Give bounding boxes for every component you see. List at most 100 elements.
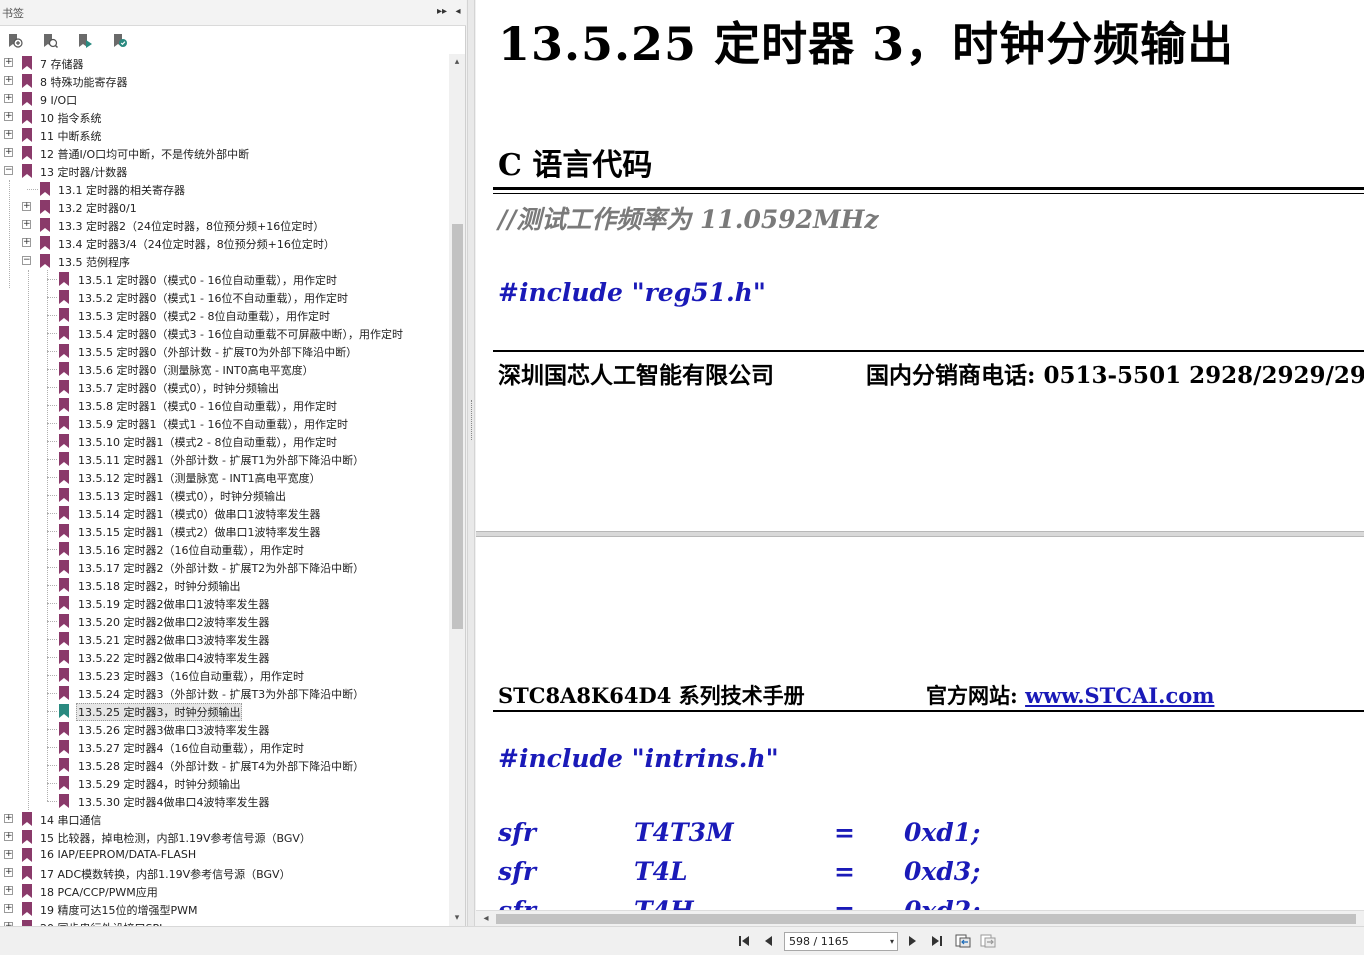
bookmark-node[interactable]: +9 I/O口	[0, 90, 448, 108]
bookmark-node[interactable]: − 13 定时器/计数器	[0, 162, 448, 180]
bookmark-label[interactable]: 13.5.28 定时器4（外部计数 - 扩展T4为外部下降沿中断）	[76, 758, 366, 774]
bookmark-node[interactable]: +18 PCA/CCP/PWM应用	[0, 882, 448, 900]
bookmark-node[interactable]: +11 中断系统	[0, 126, 448, 144]
bookmark-leaf[interactable]: 13.5.17 定时器2（外部计数 - 扩展T2为外部下降沿中断）	[0, 558, 448, 576]
bookmark-leaf[interactable]: 13.5.19 定时器2做串口1波特率发生器	[0, 594, 448, 612]
bookmark-label[interactable]: 13.5.9 定时器1（模式1 - 16位不自动重载），用作定时	[76, 416, 350, 432]
bookmark-label[interactable]: 13.5.18 定时器2，时钟分频输出	[76, 578, 242, 594]
bookmark-label[interactable]: 13.5.2 定时器0（模式1 - 16位不自动重载），用作定时	[76, 290, 350, 306]
expand-icon[interactable]: +	[4, 832, 13, 841]
bookmark-leaf[interactable]: 13.5.22 定时器2做串口4波特率发生器	[0, 648, 448, 666]
bookmark-label[interactable]: 16 IAP/EEPROM/DATA-FLASH	[38, 848, 198, 861]
bookmark-label[interactable]: 13.5.3 定时器0（模式2 - 8位自动重载），用作定时	[76, 308, 332, 324]
next-view-icon[interactable]	[979, 933, 997, 949]
bookmark-label[interactable]: 13.5.10 定时器1（模式2 - 8位自动重载），用作定时	[76, 434, 339, 450]
bookmark-node[interactable]: +20 同步串行外设接口SPI	[0, 918, 448, 926]
bookmark-node[interactable]: +13.2 定时器0/1	[0, 198, 448, 216]
bookmark-leaf[interactable]: 13.5.12 定时器1（测量脉宽 - INT1高电平宽度）	[0, 468, 448, 486]
bookmark-label[interactable]: 13.5.19 定时器2做串口1波特率发生器	[76, 596, 271, 612]
bookmark-properties-icon[interactable]	[111, 32, 129, 50]
bookmark-node[interactable]: +15 比较器，掉电检测，内部1.19V参考信号源（BGV）	[0, 828, 448, 846]
bookmark-label[interactable]: 13.5.20 定时器2做串口2波特率发生器	[76, 614, 271, 630]
bookmark-label[interactable]: 14 串口通信	[38, 812, 104, 828]
bookmark-label[interactable]: 13.2 定时器0/1	[56, 200, 139, 216]
bookmark-leaf[interactable]: 13.5.9 定时器1（模式1 - 16位不自动重载），用作定时	[0, 414, 448, 432]
goto-bookmark-icon[interactable]	[76, 32, 94, 50]
bookmark-label[interactable]: 13.5.22 定时器2做串口4波特率发生器	[76, 650, 271, 666]
expand-icon[interactable]: +	[22, 202, 31, 211]
website-link[interactable]: www.STCAI.com	[1025, 683, 1214, 708]
collapse-icon[interactable]: −	[22, 256, 31, 265]
bookmark-node[interactable]: +19 精度可达15位的增强型PWM	[0, 900, 448, 918]
bookmark-label[interactable]: 7 存储器	[38, 56, 86, 72]
bookmark-leaf[interactable]: 13.5.20 定时器2做串口2波特率发生器	[0, 612, 448, 630]
bookmark-label[interactable]: 13.5.14 定时器1（模式0）做串口1波特率发生器	[76, 506, 322, 522]
bookmark-leaf[interactable]: 13.5.13 定时器1（模式0），时钟分频输出	[0, 486, 448, 504]
collapse-icon[interactable]: −	[4, 166, 13, 175]
bookmark-leaf[interactable]: 13.5.6 定时器0（测量脉宽 - INT0高电平宽度）	[0, 360, 448, 378]
bookmark-leaf[interactable]: 13.5.1 定时器0（模式0 - 16位自动重载），用作定时	[0, 270, 448, 288]
bookmark-leaf[interactable]: 13.5.21 定时器2做串口3波特率发生器	[0, 630, 448, 648]
next-page-icon[interactable]	[903, 933, 921, 949]
bookmark-leaf[interactable]: 13.5.25 定时器3，时钟分频输出	[0, 702, 448, 721]
bookmark-label[interactable]: 13.1 定时器的相关寄存器	[56, 182, 187, 198]
bookmark-label[interactable]: 13.5.26 定时器3做串口3波特率发生器	[76, 722, 271, 738]
expand-icon[interactable]: +	[4, 850, 13, 859]
bookmark-label[interactable]: 13.5.23 定时器3（16位自动重载），用作定时	[76, 668, 306, 684]
bookmark-label[interactable]: 13.5.1 定时器0（模式0 - 16位自动重载），用作定时	[76, 272, 339, 288]
panel-options-button[interactable]: ▸▸	[436, 5, 448, 19]
expand-icon[interactable]: +	[22, 220, 31, 229]
bookmark-label[interactable]: 13.3 定时器2（24位定时器，8位预分频+16位定时）	[56, 218, 326, 234]
expand-icon[interactable]: +	[4, 130, 13, 139]
bookmark-label[interactable]: 18 PCA/CCP/PWM应用	[38, 884, 160, 900]
first-page-icon[interactable]	[736, 933, 754, 949]
bookmark-label[interactable]: 15 比较器，掉电检测，内部1.19V参考信号源（BGV）	[38, 830, 313, 846]
bookmark-leaf[interactable]: 13.5.5 定时器0（外部计数 - 扩展T0为外部下降沿中断）	[0, 342, 448, 360]
expand-icon[interactable]: +	[4, 94, 13, 103]
expand-icon[interactable]: +	[4, 112, 13, 121]
find-bookmark-icon[interactable]	[41, 32, 59, 50]
collapse-panel-button[interactable]: ◂	[452, 5, 464, 19]
bookmark-label[interactable]: 12 普通I/O口均可中断，不是传统外部中断	[38, 146, 251, 162]
bookmark-leaf[interactable]: 13.5.23 定时器3（16位自动重载），用作定时	[0, 666, 448, 684]
bookmark-label[interactable]: 13.5.24 定时器3（外部计数 - 扩展T3为外部下降沿中断）	[76, 686, 366, 702]
bookmark-label[interactable]: 9 I/O口	[38, 92, 79, 108]
scroll-up-arrow[interactable]: ▴	[449, 54, 465, 70]
bookmark-node[interactable]: +12 普通I/O口均可中断，不是传统外部中断	[0, 144, 448, 162]
bookmark-leaf[interactable]: 13.5.30 定时器4做串口4波特率发生器	[0, 792, 448, 810]
bookmark-label[interactable]: 13.5.12 定时器1（测量脉宽 - INT1高电平宽度）	[76, 470, 323, 486]
page-number-select[interactable]: 598 / 1165 ▾	[784, 932, 898, 951]
bookmark-label[interactable]: 13.5.11 定时器1（外部计数 - 扩展T1为外部下降沿中断）	[76, 452, 366, 468]
bookmark-leaf[interactable]: 13.5.10 定时器1（模式2 - 8位自动重载），用作定时	[0, 432, 448, 450]
bookmark-node[interactable]: +14 串口通信	[0, 810, 448, 828]
bookmark-leaf[interactable]: 13.5.26 定时器3做串口3波特率发生器	[0, 720, 448, 738]
bookmark-label[interactable]: 13.5.15 定时器1（模式2）做串口1波特率发生器	[76, 524, 322, 540]
previous-page-icon[interactable]	[760, 933, 778, 949]
expand-icon[interactable]: +	[4, 868, 13, 877]
bookmark-leaf[interactable]: 13.5.11 定时器1（外部计数 - 扩展T1为外部下降沿中断）	[0, 450, 448, 468]
bookmark-label[interactable]: 13 定时器/计数器	[38, 164, 129, 180]
bookmark-node[interactable]: − 13.5 范例程序	[0, 252, 448, 270]
bookmark-label[interactable]: 13.5.5 定时器0（外部计数 - 扩展T0为外部下降沿中断）	[76, 344, 359, 360]
bookmark-leaf[interactable]: 13.5.16 定时器2（16位自动重载），用作定时	[0, 540, 448, 558]
bookmark-node[interactable]: 13.1 定时器的相关寄存器	[0, 180, 448, 198]
bookmark-leaf[interactable]: 13.5.28 定时器4（外部计数 - 扩展T4为外部下降沿中断）	[0, 756, 448, 774]
bookmark-node[interactable]: +13.3 定时器2（24位定时器，8位预分频+16位定时）	[0, 216, 448, 234]
panel-splitter[interactable]	[467, 0, 475, 926]
bookmark-label[interactable]: 13.5.21 定时器2做串口3波特率发生器	[76, 632, 271, 648]
bookmark-label[interactable]: 17 ADC模数转换，内部1.19V参考信号源（BGV）	[38, 866, 293, 882]
bookmark-label[interactable]: 13.5.27 定时器4（16位自动重载），用作定时	[76, 740, 306, 756]
bookmark-node[interactable]: +17 ADC模数转换，内部1.19V参考信号源（BGV）	[0, 864, 448, 882]
bookmark-leaf[interactable]: 13.5.29 定时器4，时钟分频输出	[0, 774, 448, 792]
bookmarks-scrollbar[interactable]: ▴ ▾	[449, 54, 465, 926]
bookmark-leaf[interactable]: 13.5.14 定时器1（模式0）做串口1波特率发生器	[0, 504, 448, 522]
bookmark-label[interactable]: 13.5.16 定时器2（16位自动重载），用作定时	[76, 542, 306, 558]
bookmark-node[interactable]: +13.4 定时器3/4（24位定时器，8位预分频+16位定时）	[0, 234, 448, 252]
bookmark-leaf[interactable]: 13.5.15 定时器1（模式2）做串口1波特率发生器	[0, 522, 448, 540]
document-scroll-thumb[interactable]	[496, 914, 1356, 924]
bookmark-label[interactable]: 19 精度可达15位的增强型PWM	[38, 902, 200, 918]
bookmark-leaf[interactable]: 13.5.3 定时器0（模式2 - 8位自动重载），用作定时	[0, 306, 448, 324]
bookmark-label[interactable]: 13.5 范例程序	[56, 254, 132, 270]
bookmark-label[interactable]: 13.5.8 定时器1（模式0 - 16位自动重载），用作定时	[76, 398, 339, 414]
bookmark-label[interactable]: 11 中断系统	[38, 128, 104, 144]
